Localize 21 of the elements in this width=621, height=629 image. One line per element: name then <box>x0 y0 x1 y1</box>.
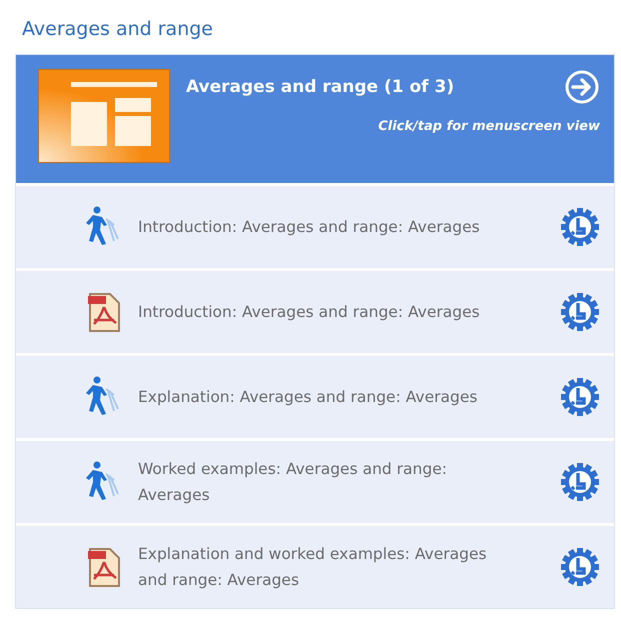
resource-title: Introduction: Averages and range: Averages <box>138 217 481 238</box>
resource-title: Explanation and worked examples: Averages and range: Averages <box>138 544 488 591</box>
resource-row[interactable]: Explanation and worked examples: Averages and range: Averages <box>16 526 614 608</box>
header-banner[interactable]: Averages and range (1 of 3) Click/tap for menuscreen view <box>16 55 614 183</box>
resource-row[interactable]: Introduction: Averages and range: Averages <box>16 186 614 268</box>
arrow-circle-icon[interactable] <box>564 69 600 105</box>
resource-row[interactable]: Introduction: Averages and range: Averages <box>16 271 614 353</box>
header-title: Averages and range (1 of 3) <box>186 77 454 97</box>
resource-title: Explanation: Averages and range: Averages <box>138 387 478 408</box>
resource-row[interactable]: Worked examples: Averages and range: Averages <box>16 441 614 523</box>
resource-row[interactable]: Explanation: Averages and range: Averages <box>16 356 614 438</box>
gear-badge-icon[interactable] <box>560 207 600 247</box>
resource-title: Introduction: Averages and range: Averages <box>138 302 481 323</box>
layout-thumbnail-icon <box>38 69 170 163</box>
gear-badge-icon[interactable] <box>560 462 600 502</box>
resource-title: Worked examples: Averages and range: Averages <box>138 459 448 506</box>
gear-badge-icon[interactable] <box>560 377 600 417</box>
gear-badge-icon[interactable] <box>560 292 600 332</box>
header-subtitle: Click/tap for menuscreen view <box>378 119 600 134</box>
gear-badge-icon[interactable] <box>560 547 600 587</box>
section-title: Averages and range <box>21 17 214 42</box>
